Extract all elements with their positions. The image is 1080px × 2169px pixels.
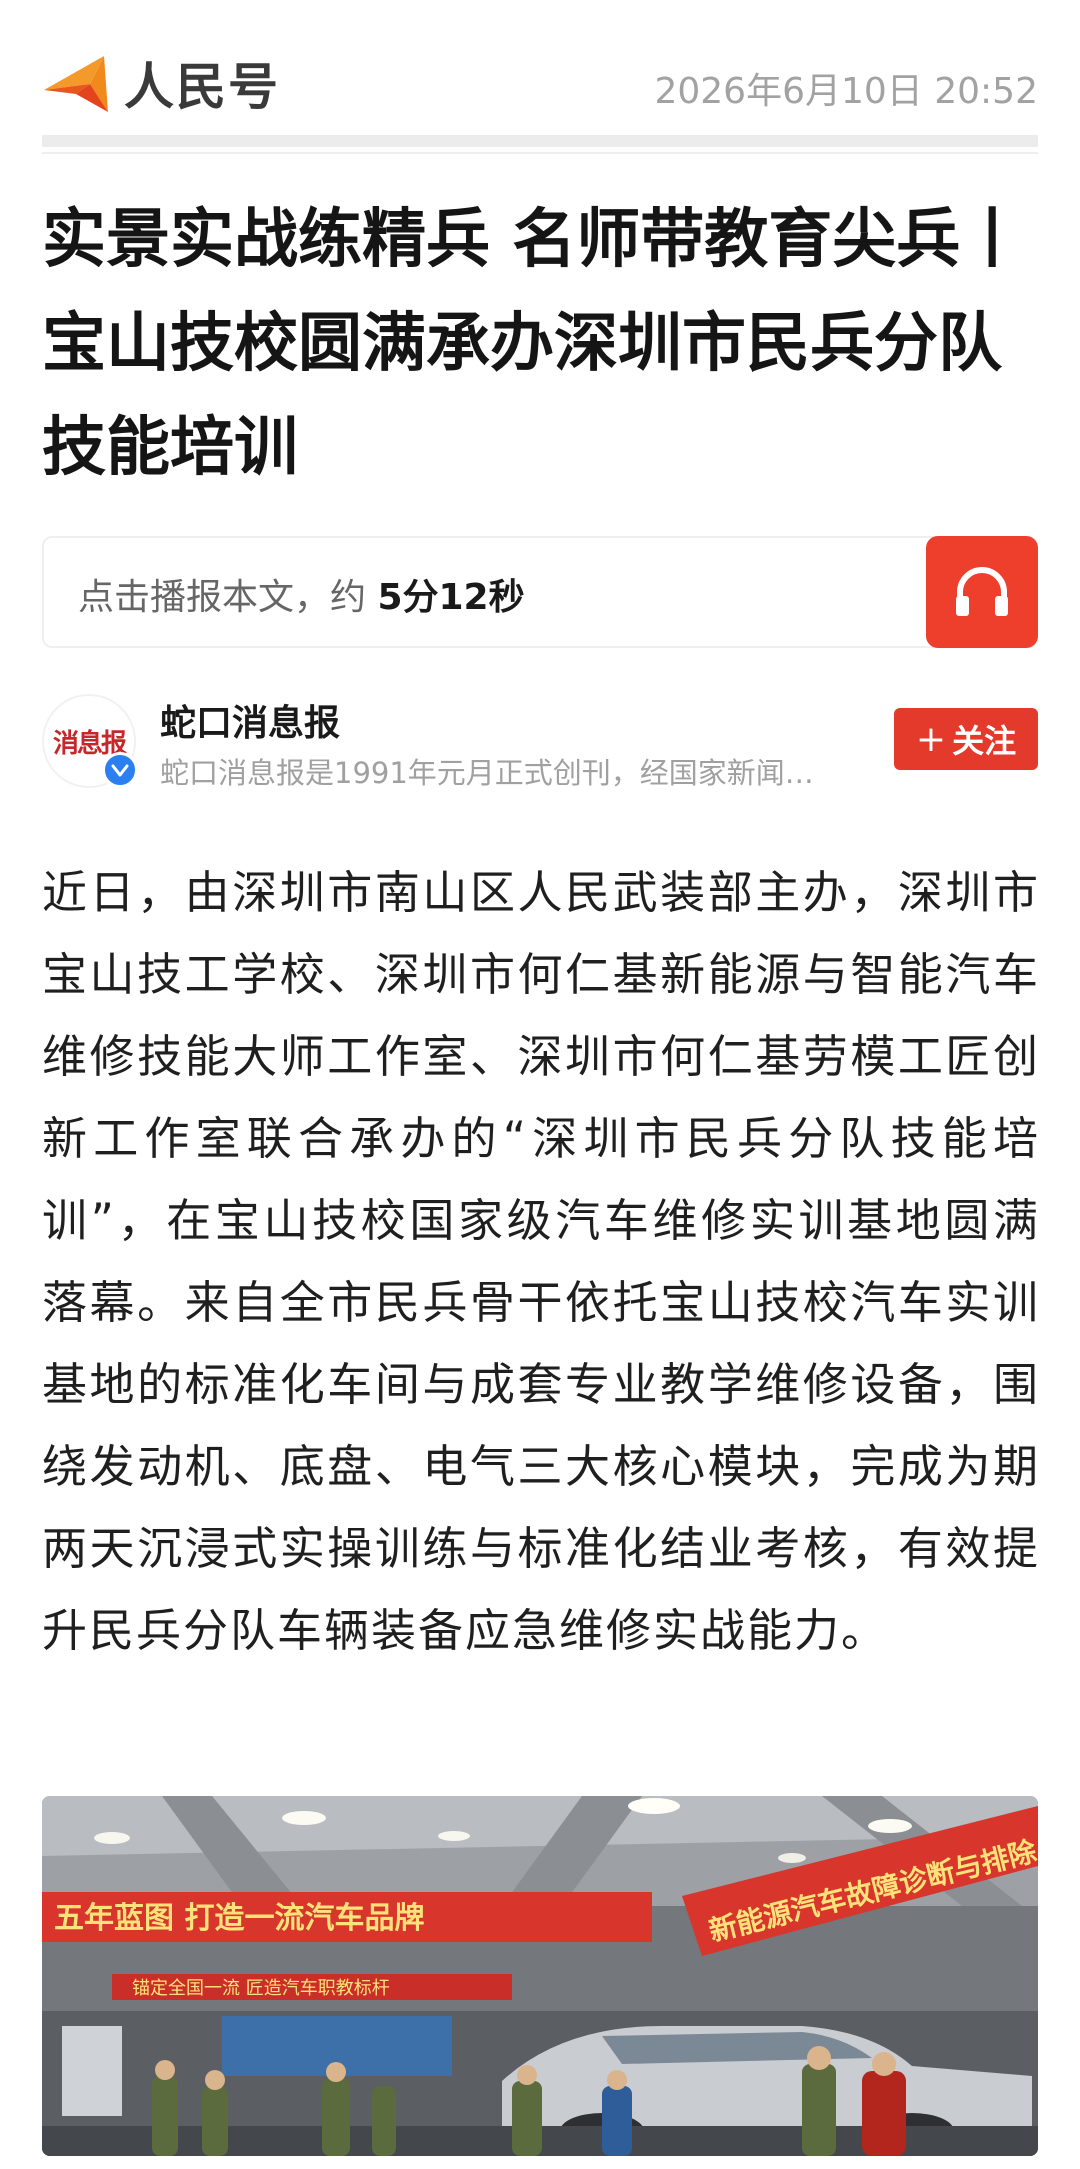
header-divider-bar: [42, 135, 1038, 147]
audio-duration: 5分12秒: [377, 577, 525, 618]
article-page: 人民号 2026年6月10日 20:52 实景实战练精兵 名师带教育尖兵丨宝山技…: [0, 0, 1080, 2169]
workshop-photo-illustration: 五年蓝图 打造一流汽车品牌 新能源汽车故障诊断与排除 锚定全国一流 匠造汽车职教…: [42, 1796, 1038, 2156]
logo-flag-icon: [44, 56, 108, 112]
top-header: 人民号 2026年6月10日 20:52: [42, 40, 1038, 130]
logo-text: 人民号: [124, 58, 280, 116]
headphones-icon: [956, 567, 1008, 616]
banner-left-text: 五年蓝图 打造一流汽车品牌: [54, 1901, 424, 1936]
article-title: 实景实战练精兵 名师带教育尖兵丨宝山技校圆满承办深圳市民兵分队技能培训: [42, 203, 1025, 485]
header-divider-line: [42, 152, 1038, 154]
audio-broadcast-card[interactable]: 点击播报本文，约 5分12秒: [42, 536, 1038, 648]
publish-datetime: 2026年6月10日 20:52: [654, 71, 1038, 112]
follow-label: 关注: [952, 722, 1017, 760]
plus-icon: +: [915, 718, 947, 760]
article-photo[interactable]: 五年蓝图 打造一流汽车品牌 新能源汽车故障诊断与排除 锚定全国一流 匠造汽车职教…: [42, 1796, 1038, 2156]
audio-prompt-label: 点击播报本文，约: [78, 577, 378, 618]
verified-badge-icon: [102, 752, 138, 788]
author-description: 蛇口消息报是1991年元月正式创刊，经国家新闻…: [160, 756, 814, 790]
audio-prompt: 点击播报本文，约 5分12秒: [78, 568, 525, 620]
banner-small-text: 锚定全国一流 匠造汽车职教标杆: [132, 1978, 390, 1999]
author-name[interactable]: 蛇口消息报: [160, 694, 340, 746]
article-body: 近日，由深圳市南山区人民武装部主办，深圳市宝山技工学校、深圳市何仁基新能源与智能…: [42, 866, 1040, 1657]
author-row: 消息报 蛇口消息报 蛇口消息报是1991年元月正式创刊，经国家新闻… + 关注: [42, 690, 1038, 800]
play-audio-button[interactable]: [926, 536, 1038, 648]
renminhao-logo[interactable]: 人民号: [42, 48, 280, 118]
follow-button[interactable]: + 关注: [894, 708, 1038, 770]
